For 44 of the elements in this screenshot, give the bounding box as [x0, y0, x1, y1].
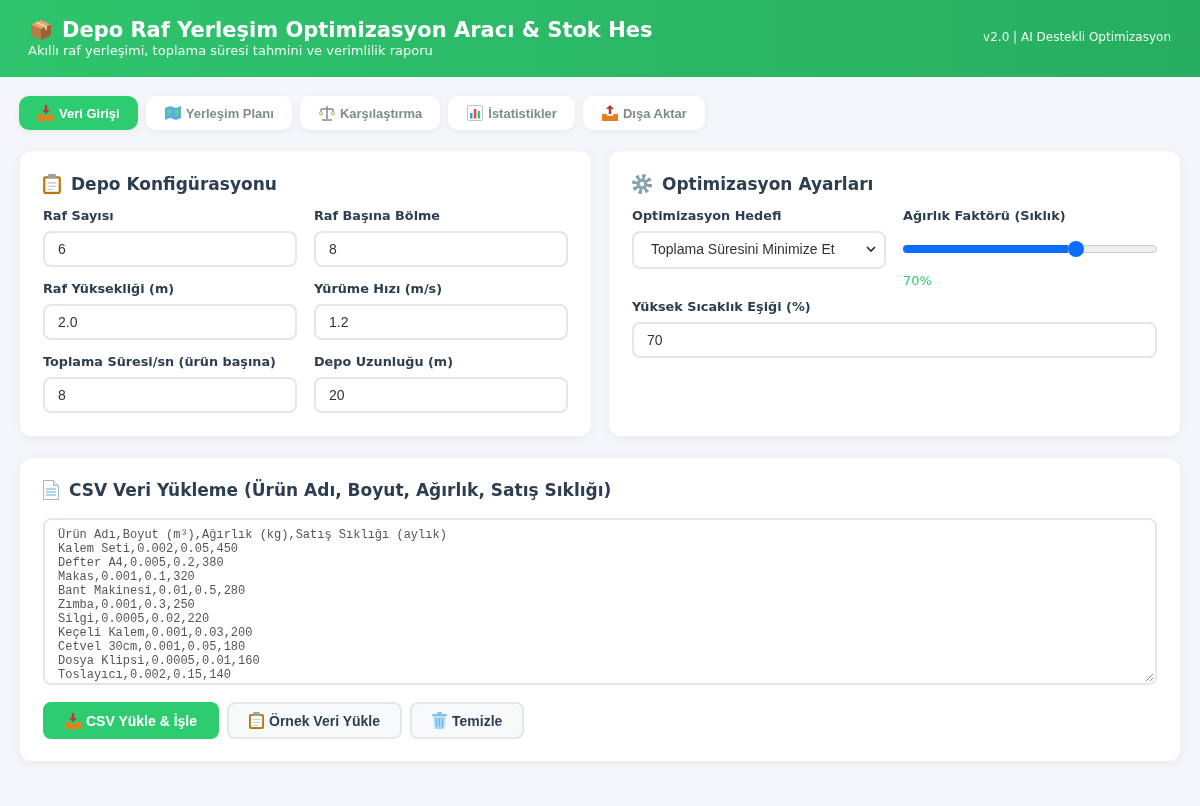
- tab[interactable]: Yerleşim Planı: [145, 96, 292, 130]
- number-input[interactable]: 1.2: [314, 304, 568, 340]
- field-label: Ağırlık Faktörü (Sıklık): [903, 208, 1066, 224]
- field-label: Optimizasyon Hedefi: [632, 208, 782, 224]
- card-title: Depo Konfigürasyonu: [71, 173, 277, 196]
- balance-scale-icon: [318, 105, 335, 121]
- version-text: v2.0 | AI Destekli Optimizasyon: [983, 30, 1171, 45]
- action-button[interactable]: Temizle: [410, 702, 525, 739]
- field-label: Yüksek Sıcaklık Eşiği (%): [632, 299, 811, 315]
- clipboard-icon: [43, 174, 61, 194]
- slider-thumb[interactable]: [1068, 241, 1085, 257]
- clipboard-icon: [249, 712, 264, 729]
- map-icon: [164, 106, 181, 120]
- number-input[interactable]: 8: [314, 231, 568, 267]
- number-input[interactable]: 6: [43, 231, 297, 267]
- tab[interactable]: Dışa Aktar: [582, 96, 705, 130]
- field-label: Raf Başına Bölme: [314, 208, 441, 224]
- resize-grip-icon[interactable]: [1145, 673, 1153, 681]
- trash-icon: [432, 712, 448, 729]
- gear-icon: [632, 174, 652, 194]
- action-button[interactable]: Örnek Veri Yükle: [227, 702, 403, 739]
- card-title: Optimizasyon Ayarları: [662, 173, 874, 196]
- package-icon: [30, 19, 52, 41]
- inbox-tray-icon: [65, 712, 81, 729]
- app-subtitle: Akıllı raf yerleşimi, toplama süresi tahmini ve verimlilik raporu: [28, 43, 433, 58]
- inbox-tray-icon: [38, 105, 54, 121]
- field-label: Yürüme Hızı (m/s): [314, 281, 443, 297]
- app-title: Depo Raf Yerleşim Optimizasyon Aracı & Stok Hes: [62, 17, 653, 43]
- number-input[interactable]: 20: [314, 377, 568, 413]
- field-label: Toplama Süresi/sn (ürün başına): [43, 354, 276, 370]
- number-input[interactable]: 2.0: [43, 304, 297, 340]
- goal-select[interactable]: Toplama Süresini Minimize Et: [632, 231, 886, 269]
- number-input[interactable]: 8: [43, 377, 297, 413]
- caret-icon: [866, 246, 876, 252]
- number-input[interactable]: 70: [632, 322, 1157, 358]
- field-label: Raf Yüksekliği (m): [43, 281, 175, 297]
- field-label: Raf Sayısı: [43, 208, 114, 224]
- document-icon: [43, 480, 59, 500]
- field-label: Depo Uzunluğu (m): [314, 354, 454, 370]
- outbox-tray-icon: [601, 105, 618, 121]
- slider-value: 70%: [903, 273, 932, 289]
- csv-text-area[interactable]: Ürün Adı,Boyut (m³),Ağırlık (kg),Satış Sıklığı (aylık) Kalem Seti,0.002,0.05,450 Defter A4,0.005,0.2,380 Makas,0.001,0.1,320 Bant Makinesi,0.01,0.5,280 Zımba,0.001,0.3,250 Silgi,0.0005,0.02,220 Keçeli Kalem,0.001,0.03,200 Cetvel 30cm,0.001,0.05,180 Dosya Klipsi,0.0005,0.01,160 Toslayıcı,0.002,0.15,140: [43, 518, 1157, 685]
- card-title: CSV Veri Yükleme (Ürün Adı, Boyut, Ağırlık, Satış Sıklığı): [69, 478, 612, 502]
- bar-chart-icon: [467, 105, 484, 121]
